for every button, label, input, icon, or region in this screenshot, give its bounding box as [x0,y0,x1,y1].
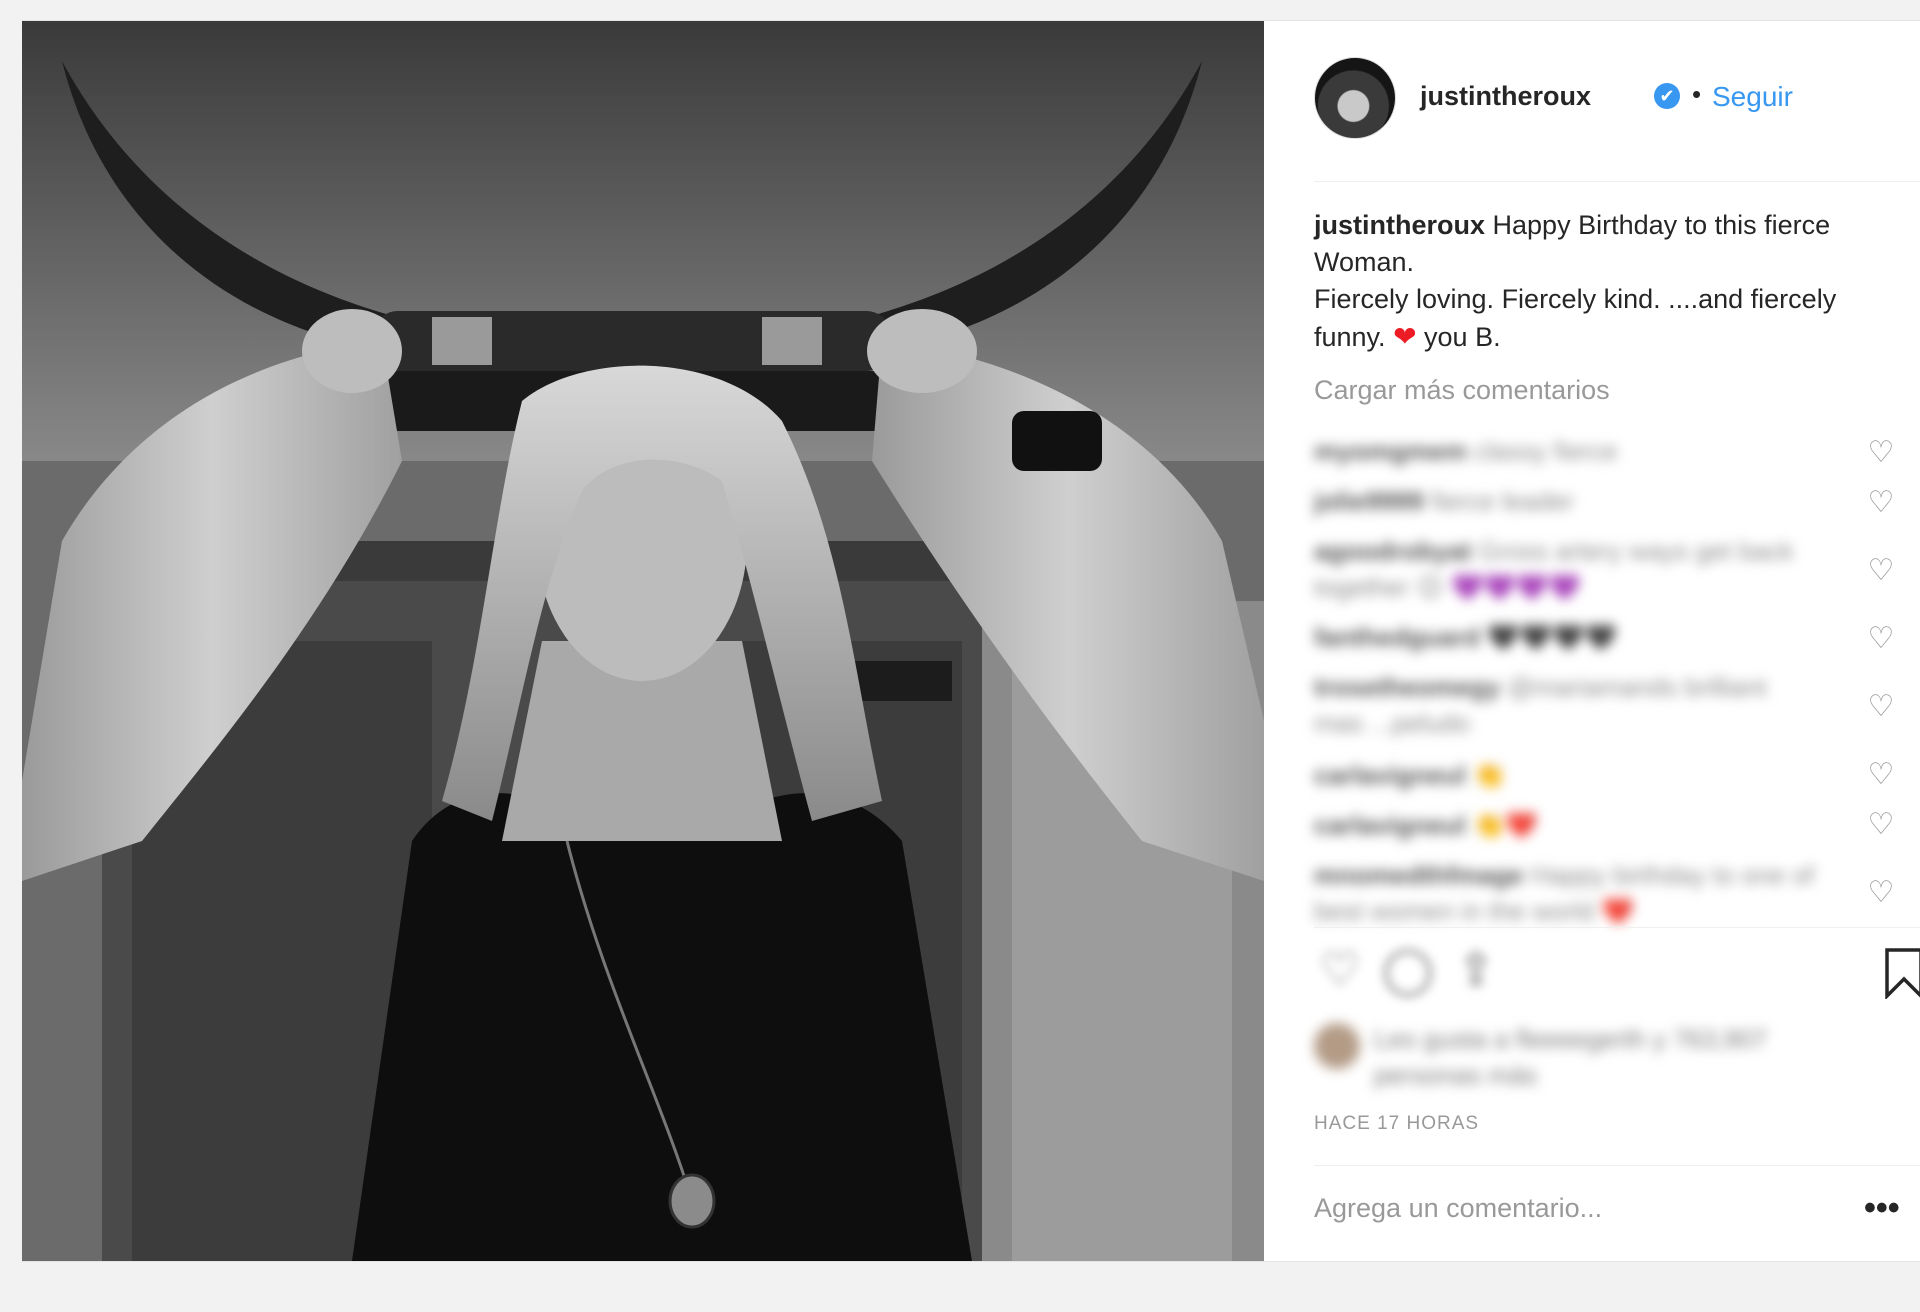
comment-username[interactable]: myomgmem [1314,436,1467,466]
comment-text: 👏❤️ [1472,810,1538,840]
instagram-post: justintheroux ✔ • Seguir justintheroux H… [22,20,1920,1262]
liker-avatar [1314,1023,1360,1069]
caption-line-3: you B. [1416,322,1501,352]
post-timestamp[interactable]: HACE 17 HORAS [1314,1113,1479,1135]
post-photo[interactable] [22,21,1264,1261]
post-sidebar: justintheroux ✔ • Seguir justintheroux H… [1264,21,1920,1261]
comment-username[interactable]: trosetheomegy [1314,672,1500,702]
comment-item: agoodrobyat Gross artery ways get back t… [1314,533,1814,605]
header-divider [1314,181,1920,182]
comment-like-icon[interactable]: ♡ [1867,692,1895,722]
comment-username[interactable]: fanthedguard [1314,622,1480,652]
more-options-icon[interactable]: ••• [1864,1189,1900,1228]
add-comment-input[interactable]: Agrega un comentario... [1314,1193,1602,1224]
comment-like-icon[interactable]: ♡ [1867,556,1895,586]
comment-like-icon[interactable]: ♡ [1867,810,1895,840]
caption-username[interactable]: justintheroux [1314,210,1485,240]
comment-item: carlavigneul 👏❤️ [1314,807,1814,843]
likes-summary[interactable]: Les gusta a fleeeegerth y 763,907 person… [1314,1021,1794,1111]
comment-text: fierce leader [1431,486,1575,516]
verified-badge-icon: ✔ [1654,83,1680,109]
header-separator: • [1692,79,1702,109]
profile-username[interactable]: justintheroux [1420,81,1591,112]
profile-avatar[interactable] [1314,57,1396,139]
comment-like-icon[interactable]: ♡ [1867,878,1895,908]
post-actions: ♡ ◯ ⇪ [1314,943,1920,1003]
bookmark-icon[interactable] [1884,947,1920,1001]
red-heart-emoji-icon: ❤ [1393,321,1417,352]
comment-text: 👏 [1472,760,1506,790]
heart-outline-icon[interactable]: ♡ [1314,943,1366,995]
comment-item: myomgmem classy fierce [1314,433,1814,469]
comment-username[interactable]: mnomedthfmage [1314,860,1523,890]
comment-like-icon[interactable]: ♡ [1867,624,1895,654]
comment-username[interactable]: carlavigneul [1314,810,1466,840]
comment-like-icon[interactable]: ♡ [1867,488,1895,518]
comment-username[interactable]: jolie9999 [1314,486,1424,516]
follow-button[interactable]: Seguir [1712,81,1793,113]
load-more-comments-link[interactable]: Cargar más comentarios [1314,375,1610,406]
comment-username[interactable]: carlavigneul [1314,760,1466,790]
likes-text: Les gusta a fleeeegerth y 763,907 person… [1374,1024,1768,1090]
comment-item: jolie9999 fierce leader [1314,483,1814,519]
comment-like-icon[interactable]: ♡ [1867,760,1895,790]
comment-item: mnomedthfmage Happy birthday to one of b… [1314,857,1814,929]
comment-item: carlavigneul 👏 [1314,757,1814,793]
comments-divider [1314,927,1920,928]
timestamp-divider [1314,1165,1920,1166]
comment-username[interactable]: agoodrobyat [1314,536,1471,566]
comment-text: classy fierce [1474,436,1618,466]
post-header: justintheroux ✔ • Seguir [1314,57,1894,143]
share-icon[interactable]: ⇪ [1450,943,1502,995]
post-caption: justintheroux Happy Birthday to this fie… [1314,207,1874,356]
comment-item: trosetheomegy @mariamands brilliant mas … [1314,669,1814,741]
comment-like-icon[interactable]: ♡ [1867,438,1895,468]
comment-icon[interactable]: ◯ [1382,943,1434,995]
comment-item: fanthedguard 🖤🖤🖤🖤 [1314,619,1814,655]
photo-illustration [22,21,1264,1261]
comment-text: 🖤🖤🖤🖤 [1487,622,1617,652]
